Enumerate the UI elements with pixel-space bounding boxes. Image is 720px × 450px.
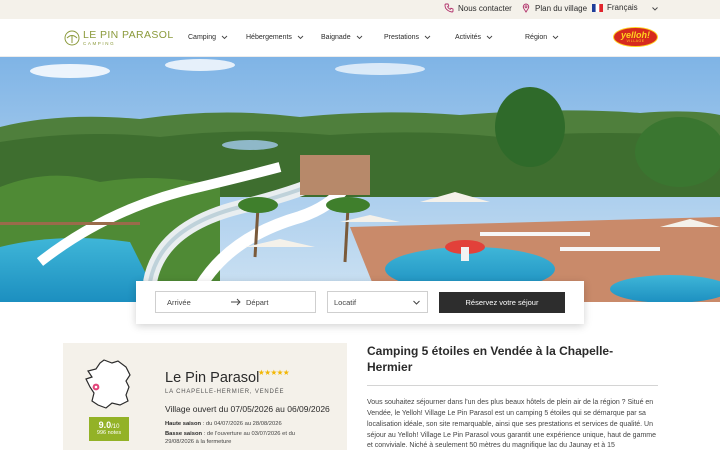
nav-item-camping[interactable]: Camping bbox=[188, 34, 228, 41]
hero-aquapark-illustration bbox=[0, 57, 720, 302]
nav-label: Activités bbox=[455, 34, 482, 41]
booking-search-bar: Arrivée Départ Locatif Réservez votre sé… bbox=[136, 281, 584, 324]
logo-name: LE PIN PARASOL bbox=[83, 29, 174, 41]
nav-item-baignade[interactable]: Baignade bbox=[321, 34, 363, 41]
campsite-name: Le Pin Parasol bbox=[165, 370, 260, 386]
logo-subtitle: CAMPING bbox=[83, 40, 116, 46]
chevron-down-icon bbox=[413, 300, 420, 305]
hero-image bbox=[0, 57, 720, 302]
main-navigation: LE PIN PARASOL CAMPING Camping Hébergeme… bbox=[0, 19, 720, 57]
book-stay-button[interactable]: Réservez votre séjour bbox=[439, 292, 565, 313]
campsite-info-card: 9.0/10 996 notes Le Pin Parasol ★★★★★ LA… bbox=[63, 343, 347, 450]
chevron-down-icon bbox=[297, 35, 304, 40]
arrow-right-icon bbox=[231, 298, 241, 306]
phone-icon bbox=[444, 3, 454, 13]
low-season: Basse saison : de l'ouverture au 03/07/2… bbox=[165, 431, 296, 445]
departure-date[interactable]: Départ bbox=[246, 298, 269, 307]
nav-label: Région bbox=[525, 34, 548, 41]
french-flag-icon bbox=[592, 3, 603, 12]
chevron-down-icon[interactable] bbox=[651, 5, 659, 13]
nav-item-hebergements[interactable]: Hébergements bbox=[246, 34, 304, 41]
yelloh-village-logo[interactable]: yelloh! VILLAGE bbox=[613, 27, 658, 47]
accommodation-value: Locatif bbox=[334, 298, 357, 307]
contact-link[interactable]: Nous contacter bbox=[444, 3, 512, 13]
language-selector[interactable]: Français bbox=[592, 3, 638, 12]
star-rating: ★★★★★ bbox=[258, 368, 290, 377]
nav-item-region[interactable]: Région bbox=[525, 34, 559, 41]
chevron-down-icon bbox=[356, 35, 362, 40]
map-pin-icon bbox=[522, 3, 530, 13]
date-range-field[interactable]: Arrivée Départ bbox=[155, 291, 316, 313]
contact-label: Nous contacter bbox=[458, 3, 512, 13]
opening-dates: Village ouvert du 07/05/2026 au 06/09/20… bbox=[165, 404, 330, 414]
high-season: Haute saison : du 04/07/2026 au 28/08/20… bbox=[165, 421, 282, 427]
campsite-location: LA CHAPELLE-HERMIER, VENDÉE bbox=[165, 389, 285, 395]
nav-label: Baignade bbox=[321, 34, 351, 41]
plan-link[interactable]: Plan du village bbox=[521, 3, 587, 13]
chevron-down-icon bbox=[221, 35, 228, 40]
chevron-down-icon bbox=[424, 35, 431, 40]
nav-label: Hébergements bbox=[246, 34, 292, 41]
site-logo[interactable]: LE PIN PARASOL CAMPING bbox=[64, 30, 174, 46]
language-label: Français bbox=[607, 3, 638, 12]
nav-label: Prestations bbox=[384, 34, 420, 41]
france-map-icon bbox=[85, 359, 131, 409]
top-utility-bar: Nous contacter Plan du village Français bbox=[0, 0, 720, 19]
nav-item-activites[interactable]: Activités bbox=[455, 34, 493, 41]
parasol-pine-icon bbox=[64, 30, 80, 46]
chevron-down-icon bbox=[552, 35, 559, 40]
rating-badge: 9.0/10 996 notes bbox=[89, 417, 129, 441]
divider bbox=[367, 385, 658, 386]
chevron-down-icon bbox=[486, 35, 493, 40]
arrival-date[interactable]: Arrivée bbox=[167, 298, 191, 307]
rating-count: 996 notes bbox=[96, 429, 122, 436]
plan-label: Plan du village bbox=[535, 3, 588, 13]
nav-item-prestations[interactable]: Prestations bbox=[384, 34, 431, 41]
accommodation-select[interactable]: Locatif bbox=[327, 291, 428, 313]
nav-label: Camping bbox=[188, 34, 217, 41]
section-headline: Camping 5 étoiles en Vendée à la Chapell… bbox=[367, 344, 614, 375]
intro-paragraph: Vous souhaitez séjourner dans l'un des p… bbox=[367, 399, 657, 450]
brand-subtitle: VILLAGE bbox=[626, 38, 645, 43]
